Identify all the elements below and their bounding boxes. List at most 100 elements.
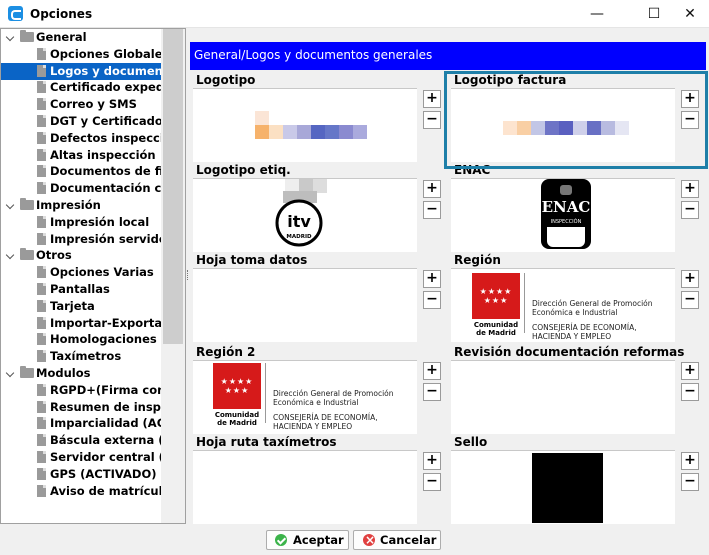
panel-title: Logotipo <box>196 73 256 87</box>
image-preview[interactable] <box>193 88 417 162</box>
tree-item-label: Certificado expedie <box>50 80 176 95</box>
document-icon <box>37 182 46 195</box>
enac-logo: ENAC INSPECCIÓN <box>541 179 591 249</box>
cancel-icon <box>363 531 375 549</box>
add-image-button[interactable]: + <box>681 270 699 288</box>
tree-item[interactable]: Logos y documentos <box>1 62 183 80</box>
tree-scrollbar-thumb[interactable] <box>163 29 183 344</box>
tree-item[interactable]: Certificado expedie <box>1 79 176 96</box>
remove-image-button[interactable]: − <box>423 111 441 129</box>
remove-image-button[interactable]: − <box>423 201 441 219</box>
tree-item[interactable]: Servidor central (Co <box>1 449 180 466</box>
chevron-down-icon[interactable] <box>7 370 15 378</box>
panel-title: Revisión documentación reformas <box>454 345 685 359</box>
tree-item[interactable]: Resumen de inspec <box>1 399 176 416</box>
folder-icon <box>20 30 34 42</box>
remove-image-button[interactable]: − <box>681 291 699 309</box>
document-icon <box>37 266 46 279</box>
remove-image-button[interactable]: − <box>681 201 699 219</box>
document-icon <box>37 434 46 447</box>
document-icon <box>37 467 46 480</box>
tree-item[interactable]: Aviso de matrículas <box>1 483 177 500</box>
add-image-button[interactable]: + <box>423 452 441 470</box>
options-tree: General Opciones Globales Logos y document… <box>0 28 186 524</box>
tree-group[interactable]: Modulos <box>1 365 161 382</box>
panel-title: Región 2 <box>196 345 256 359</box>
document-icon <box>37 81 46 94</box>
tree-scrollbar[interactable] <box>161 29 185 523</box>
tree-item-label: Importar-Exportar <box>50 315 168 330</box>
panel-title: Sello <box>454 435 488 449</box>
tree-item[interactable]: Tarjeta <box>1 298 161 315</box>
document-icon <box>37 47 46 60</box>
cancel-button[interactable]: Cancelar <box>353 530 441 550</box>
chevron-down-icon[interactable] <box>7 34 15 42</box>
tree-group[interactable]: General <box>1 29 161 46</box>
tree-item[interactable]: GPS (ACTIVADO) <box>1 466 161 483</box>
content-area: General/Logos y documentos generales Log… <box>190 28 709 526</box>
tree-item[interactable]: Altas inspección <box>1 147 161 164</box>
chevron-down-icon[interactable] <box>7 202 15 210</box>
panel-logotipo-etiq: Logotipo etiq. itv MADRID + − <box>190 162 444 254</box>
remove-image-button[interactable]: − <box>423 383 441 401</box>
section-header: General/Logos y documentos generales <box>190 42 706 70</box>
tree-item-label: Tarjeta <box>50 298 95 313</box>
tree-group[interactable]: Otros <box>1 247 161 264</box>
tree-item[interactable]: Opciones Varias <box>1 264 161 281</box>
add-image-button[interactable]: + <box>423 362 441 380</box>
image-preview[interactable]: ★★★★ ★★★ Comunidad de Madrid Dirección Gene… <box>451 268 675 342</box>
close-button[interactable]: ✕ <box>668 0 709 28</box>
add-image-button[interactable]: + <box>681 452 699 470</box>
remove-image-button[interactable]: − <box>423 473 441 491</box>
tree-item[interactable]: Homologaciones <box>1 331 161 348</box>
tree-item[interactable]: Pantallas <box>1 281 161 298</box>
accept-button[interactable]: Aceptar <box>266 530 349 550</box>
cam-line-2: Económica e Industrial <box>532 308 618 317</box>
tree-item[interactable]: Taxímetros <box>1 348 161 365</box>
image-preview[interactable]: itv MADRID <box>193 178 417 252</box>
add-image-button[interactable]: + <box>423 180 441 198</box>
add-image-button[interactable]: + <box>423 90 441 108</box>
tree-item[interactable]: Documentos de firm <box>1 163 181 180</box>
chevron-down-icon[interactable] <box>7 252 15 260</box>
tree-item[interactable]: Imparcialidad (ACTIV <box>1 415 185 432</box>
cam-line-2: Económica e Industrial <box>273 398 359 407</box>
tree-item[interactable]: Impresión local <box>1 214 161 231</box>
window-title: Opciones <box>30 7 93 21</box>
tree-item[interactable]: RGPD+(Firma con ta <box>1 382 183 399</box>
tree-item[interactable]: DGT y Certificados <box>1 113 170 130</box>
tree-item[interactable]: Importar-Exportar <box>1 315 168 332</box>
panel-title: Logotipo etiq. <box>196 163 291 177</box>
image-preview[interactable] <box>451 360 675 434</box>
image-preview[interactable] <box>193 268 417 342</box>
focus-highlight <box>444 71 708 169</box>
document-icon <box>37 232 46 245</box>
cam-name: Comunidad de Madrid <box>214 411 260 427</box>
image-preview[interactable] <box>193 450 417 524</box>
add-image-button[interactable]: + <box>681 180 699 198</box>
itv-text: itv <box>287 212 311 231</box>
tree-item[interactable]: Correo y SMS <box>1 96 161 113</box>
app-icon <box>8 6 23 21</box>
panel-title: Región <box>454 253 501 267</box>
cam-line-3: CONSEJERÍA DE ECONOMÍA, <box>532 323 637 332</box>
folder-icon <box>20 198 34 210</box>
image-preview[interactable] <box>451 450 675 524</box>
tree-item[interactable]: Documentación calic <box>1 180 184 197</box>
tree-group[interactable]: Impresión <box>1 197 161 214</box>
document-icon <box>37 417 46 430</box>
tree-item[interactable]: Defectos inspección <box>1 130 180 147</box>
folder-icon <box>20 366 34 378</box>
image-preview[interactable]: ★★★★ ★★★ Comunidad de Madrid Dirección Gene… <box>193 360 417 434</box>
remove-image-button[interactable]: − <box>423 291 441 309</box>
add-image-button[interactable]: + <box>423 270 441 288</box>
minimize-button[interactable]: — <box>575 0 619 28</box>
stamp-image <box>532 453 603 523</box>
tree-item[interactable]: Impresión servidor <box>1 231 172 248</box>
remove-image-button[interactable]: − <box>681 473 699 491</box>
tree-item[interactable]: Opciones Globales <box>1 46 169 63</box>
tree-item[interactable]: Báscula externa (AC <box>1 432 181 449</box>
add-image-button[interactable]: + <box>681 362 699 380</box>
image-preview[interactable]: ENAC INSPECCIÓN <box>451 178 675 252</box>
remove-image-button[interactable]: − <box>681 383 699 401</box>
